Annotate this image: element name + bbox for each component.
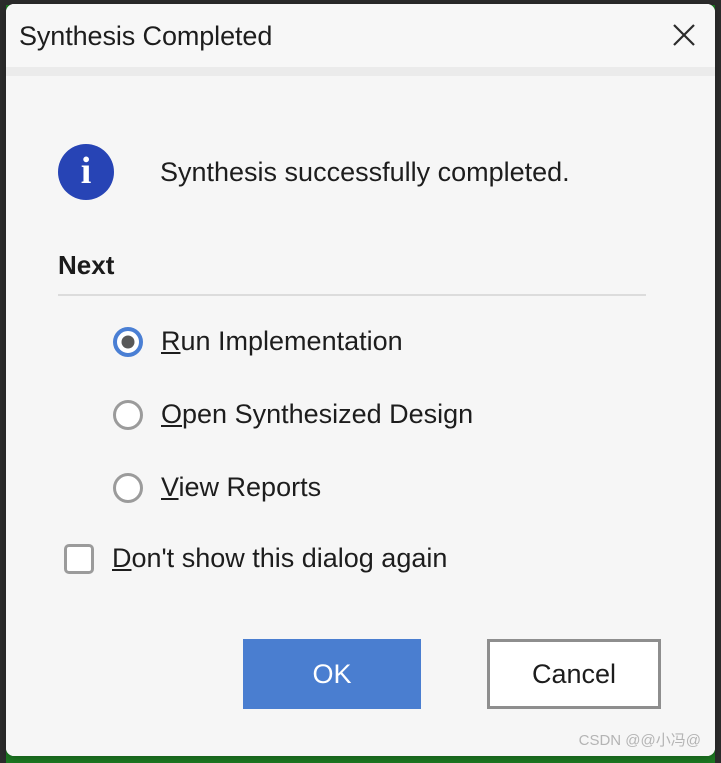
- dont-show-again-label: Don't show this dialog again: [112, 543, 447, 574]
- dialog-titlebar: Synthesis Completed: [6, 4, 715, 68]
- ok-button[interactable]: OK: [243, 639, 421, 709]
- next-section-heading: Next: [58, 250, 115, 280]
- radio-open-synthesized-design-label: Open Synthesized Design: [161, 399, 473, 430]
- radio-view-reports-label: View Reports: [161, 472, 321, 503]
- section-divider: [58, 294, 646, 296]
- label-rest: iew Reports: [178, 472, 322, 502]
- label-rest: pen Synthesized Design: [182, 399, 474, 429]
- close-button[interactable]: [653, 4, 715, 66]
- radio-option-view-reports[interactable]: View Reports: [113, 472, 321, 503]
- close-icon: [669, 20, 699, 50]
- mnemonic-letter: O: [161, 399, 183, 429]
- info-icon: i: [58, 144, 114, 200]
- mnemonic-letter: R: [161, 326, 181, 356]
- watermark: CSDN @@小冯@: [578, 732, 701, 749]
- message-text: Synthesis successfully completed.: [160, 156, 570, 187]
- label-rest: un Implementation: [180, 326, 403, 356]
- radio-option-open-synthesized-design[interactable]: Open Synthesized Design: [113, 399, 473, 430]
- radio-view-reports-indicator[interactable]: [113, 472, 143, 503]
- dont-show-again-row[interactable]: Don't show this dialog again: [64, 543, 447, 574]
- synthesis-completed-dialog: Synthesis Completed i Synthesis successf…: [6, 4, 715, 756]
- radio-open-synthesized-design-indicator[interactable]: [113, 399, 143, 430]
- mnemonic-letter: V: [161, 472, 179, 502]
- dont-show-again-checkbox[interactable]: [64, 543, 94, 574]
- titlebar-shade: [6, 67, 715, 76]
- screen: Synthesis Completed i Synthesis successf…: [0, 0, 721, 763]
- message-row: i Synthesis successfully completed.: [58, 144, 570, 200]
- radio-run-implementation-label: Run Implementation: [161, 326, 403, 357]
- radio-option-run-implementation[interactable]: Run Implementation: [113, 326, 403, 357]
- mnemonic-letter: D: [112, 543, 132, 573]
- desktop-backdrop-right: [715, 0, 721, 763]
- dialog-title: Synthesis Completed: [19, 21, 273, 51]
- dialog-body: i Synthesis successfully completed. Next…: [6, 76, 715, 756]
- info-icon-glyph: i: [80, 150, 92, 192]
- cancel-button[interactable]: Cancel: [487, 639, 661, 709]
- label-rest: on't show this dialog again: [131, 543, 448, 573]
- radio-run-implementation-indicator[interactable]: [113, 326, 143, 357]
